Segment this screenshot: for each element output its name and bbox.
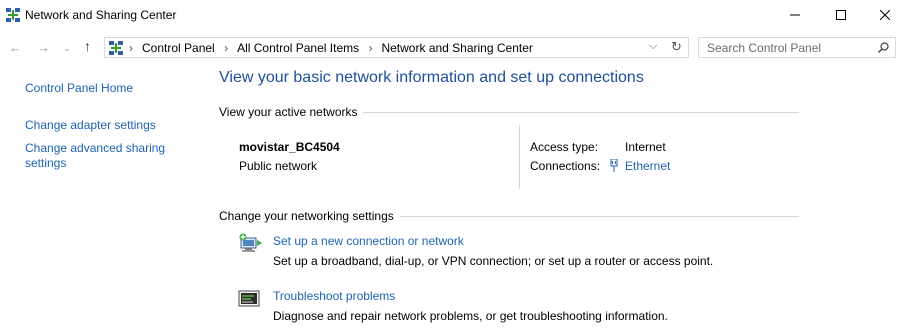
address-field[interactable]: › Control Panel › All Control Panel Items … (104, 37, 689, 58)
minimize-button[interactable] (772, 0, 818, 30)
sidebar-item-change-advanced-sharing[interactable]: Change advanced sharing settings (25, 141, 185, 171)
back-arrow-icon[interactable]: ← (9, 40, 22, 55)
refresh-icon[interactable]: ↻ (671, 39, 682, 55)
active-networks-header: View your active networks (219, 105, 358, 119)
change-settings-header: Change your networking settings (219, 209, 394, 223)
page-title: View your basic network information and … (219, 69, 644, 86)
sidebar-item-change-adapter-settings[interactable]: Change adapter settings (25, 118, 156, 133)
setup-connection-link[interactable]: Set up a new connection or network (273, 234, 464, 248)
network-name: movistar_BC4504 (239, 140, 340, 154)
breadcrumb-separator-icon: › (224, 41, 229, 55)
maximize-icon (836, 10, 846, 20)
address-dropdown-chevron-icon[interactable]: ⌵ (649, 40, 657, 53)
access-type-value: Internet (625, 140, 666, 154)
troubleshoot-description: Diagnose and repair network problems, or… (273, 309, 668, 323)
close-button[interactable] (862, 0, 903, 30)
search-input[interactable]: Search Control Panel (698, 37, 896, 58)
ethernet-connection-link[interactable]: Ethernet (625, 159, 670, 173)
window-title: Network and Sharing Center (25, 8, 177, 22)
vertical-divider (519, 125, 520, 189)
network-app-icon (6, 8, 20, 22)
network-type[interactable]: Public network (239, 159, 317, 173)
breadcrumb-separator-icon: › (129, 41, 133, 55)
breadcrumb-separator-icon: › (368, 41, 373, 55)
troubleshoot-icon[interactable] (238, 288, 264, 310)
connections-label: Connections: (530, 159, 601, 173)
divider (363, 112, 799, 113)
maximize-button[interactable] (818, 0, 864, 30)
minimize-icon (790, 14, 800, 16)
divider (400, 216, 799, 217)
breadcrumb-all-items[interactable]: All Control Panel Items (237, 41, 359, 55)
control-panel-icon (109, 41, 123, 55)
setup-connection-description: Set up a broadband, dial-up, or VPN conn… (273, 254, 714, 268)
breadcrumb-control-panel[interactable]: Control Panel (142, 41, 215, 55)
access-type-label: Access type: (530, 140, 599, 154)
forward-arrow-icon[interactable]: → (37, 40, 50, 55)
new-connection-icon[interactable] (238, 232, 264, 254)
sidebar-item-control-panel-home[interactable]: Control Panel Home (25, 81, 133, 96)
close-icon (880, 10, 890, 20)
troubleshoot-link[interactable]: Troubleshoot problems (273, 289, 395, 303)
title-bar: Network and Sharing Center (0, 0, 903, 30)
ethernet-icon (610, 159, 618, 172)
recent-locations-chevron-icon[interactable]: ⌄ (63, 43, 71, 54)
navigation-bar: ← → ⌄ ↑ › Control Panel › All Control Pane… (0, 34, 903, 62)
search-placeholder: Search Control Panel (707, 41, 822, 55)
up-arrow-icon[interactable]: ↑ (84, 38, 91, 54)
breadcrumb-network-sharing[interactable]: Network and Sharing Center (381, 41, 532, 55)
search-icon[interactable] (878, 42, 889, 53)
breadcrumb: › Control Panel › All Control Panel Items … (129, 41, 539, 55)
